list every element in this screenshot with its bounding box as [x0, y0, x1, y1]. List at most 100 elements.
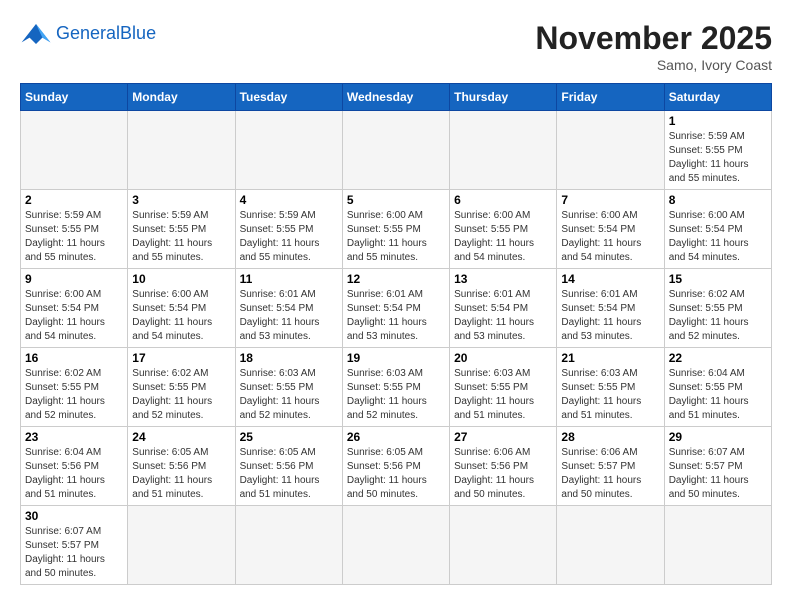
logo-blue: Blue: [120, 23, 156, 43]
day-info: Sunrise: 6:07 AM Sunset: 5:57 PM Dayligh…: [669, 446, 767, 502]
day-number: 9: [25, 272, 123, 286]
day-number: 4: [240, 193, 338, 207]
calendar-cell: 24 Sunrise: 6:05 AM Sunset: 5:56 PM Dayl…: [128, 427, 235, 506]
calendar-cell: 18 Sunrise: 6:03 AM Sunset: 5:55 PM Dayl…: [235, 348, 342, 427]
day-number: 2: [25, 193, 123, 207]
calendar-cell: [557, 506, 664, 585]
calendar-row: 23 Sunrise: 6:04 AM Sunset: 5:56 PM Dayl…: [21, 427, 772, 506]
calendar-cell: 28 Sunrise: 6:06 AM Sunset: 5:57 PM Dayl…: [557, 427, 664, 506]
header-monday: Monday: [128, 84, 235, 111]
day-info: Sunrise: 5:59 AM Sunset: 5:55 PM Dayligh…: [240, 209, 338, 265]
calendar-cell: [450, 506, 557, 585]
header-wednesday: Wednesday: [342, 84, 449, 111]
calendar-cell: [664, 506, 771, 585]
day-info: Sunrise: 6:01 AM Sunset: 5:54 PM Dayligh…: [347, 288, 445, 344]
calendar-cell: [342, 111, 449, 190]
calendar-cell: 20 Sunrise: 6:03 AM Sunset: 5:55 PM Dayl…: [450, 348, 557, 427]
day-number: 16: [25, 351, 123, 365]
day-number: 25: [240, 430, 338, 444]
day-number: 21: [561, 351, 659, 365]
day-info: Sunrise: 6:00 AM Sunset: 5:54 PM Dayligh…: [25, 288, 123, 344]
day-info: Sunrise: 6:00 AM Sunset: 5:54 PM Dayligh…: [669, 209, 767, 265]
header-sunday: Sunday: [21, 84, 128, 111]
month-title: November 2025: [535, 20, 772, 57]
calendar-cell: 1 Sunrise: 5:59 AM Sunset: 5:55 PM Dayli…: [664, 111, 771, 190]
day-number: 6: [454, 193, 552, 207]
calendar-row: 30 Sunrise: 6:07 AM Sunset: 5:57 PM Dayl…: [21, 506, 772, 585]
calendar-cell: 25 Sunrise: 6:05 AM Sunset: 5:56 PM Dayl…: [235, 427, 342, 506]
day-number: 1: [669, 114, 767, 128]
day-info: Sunrise: 6:01 AM Sunset: 5:54 PM Dayligh…: [240, 288, 338, 344]
day-number: 24: [132, 430, 230, 444]
day-info: Sunrise: 6:00 AM Sunset: 5:54 PM Dayligh…: [132, 288, 230, 344]
header-friday: Friday: [557, 84, 664, 111]
day-number: 14: [561, 272, 659, 286]
calendar-cell: 14 Sunrise: 6:01 AM Sunset: 5:54 PM Dayl…: [557, 269, 664, 348]
calendar-cell: 23 Sunrise: 6:04 AM Sunset: 5:56 PM Dayl…: [21, 427, 128, 506]
logo-icon: [20, 20, 52, 48]
day-info: Sunrise: 6:00 AM Sunset: 5:55 PM Dayligh…: [347, 209, 445, 265]
calendar-row: 16 Sunrise: 6:02 AM Sunset: 5:55 PM Dayl…: [21, 348, 772, 427]
day-number: 19: [347, 351, 445, 365]
day-info: Sunrise: 5:59 AM Sunset: 5:55 PM Dayligh…: [132, 209, 230, 265]
calendar-cell: 5 Sunrise: 6:00 AM Sunset: 5:55 PM Dayli…: [342, 190, 449, 269]
day-info: Sunrise: 6:01 AM Sunset: 5:54 PM Dayligh…: [561, 288, 659, 344]
calendar-cell: [235, 111, 342, 190]
day-info: Sunrise: 6:04 AM Sunset: 5:55 PM Dayligh…: [669, 367, 767, 423]
day-info: Sunrise: 6:03 AM Sunset: 5:55 PM Dayligh…: [454, 367, 552, 423]
calendar-cell: 11 Sunrise: 6:01 AM Sunset: 5:54 PM Dayl…: [235, 269, 342, 348]
calendar-cell: 9 Sunrise: 6:00 AM Sunset: 5:54 PM Dayli…: [21, 269, 128, 348]
day-number: 18: [240, 351, 338, 365]
calendar-cell: 26 Sunrise: 6:05 AM Sunset: 5:56 PM Dayl…: [342, 427, 449, 506]
day-info: Sunrise: 6:05 AM Sunset: 5:56 PM Dayligh…: [132, 446, 230, 502]
page-header: GeneralBlue November 2025 Samo, Ivory Co…: [20, 20, 772, 73]
day-number: 28: [561, 430, 659, 444]
weekday-header-row: Sunday Monday Tuesday Wednesday Thursday…: [21, 84, 772, 111]
day-info: Sunrise: 6:03 AM Sunset: 5:55 PM Dayligh…: [347, 367, 445, 423]
day-number: 23: [25, 430, 123, 444]
calendar-cell: [450, 111, 557, 190]
day-info: Sunrise: 6:06 AM Sunset: 5:57 PM Dayligh…: [561, 446, 659, 502]
day-number: 13: [454, 272, 552, 286]
day-info: Sunrise: 6:03 AM Sunset: 5:55 PM Dayligh…: [240, 367, 338, 423]
day-number: 8: [669, 193, 767, 207]
calendar-cell: 16 Sunrise: 6:02 AM Sunset: 5:55 PM Dayl…: [21, 348, 128, 427]
day-number: 11: [240, 272, 338, 286]
day-info: Sunrise: 6:02 AM Sunset: 5:55 PM Dayligh…: [132, 367, 230, 423]
calendar-cell: 7 Sunrise: 6:00 AM Sunset: 5:54 PM Dayli…: [557, 190, 664, 269]
calendar-cell: 3 Sunrise: 5:59 AM Sunset: 5:55 PM Dayli…: [128, 190, 235, 269]
calendar-cell: 13 Sunrise: 6:01 AM Sunset: 5:54 PM Dayl…: [450, 269, 557, 348]
day-info: Sunrise: 5:59 AM Sunset: 5:55 PM Dayligh…: [669, 130, 767, 186]
calendar-cell: 10 Sunrise: 6:00 AM Sunset: 5:54 PM Dayl…: [128, 269, 235, 348]
day-info: Sunrise: 6:05 AM Sunset: 5:56 PM Dayligh…: [240, 446, 338, 502]
header-thursday: Thursday: [450, 84, 557, 111]
calendar: Sunday Monday Tuesday Wednesday Thursday…: [20, 83, 772, 585]
day-number: 27: [454, 430, 552, 444]
day-number: 26: [347, 430, 445, 444]
header-saturday: Saturday: [664, 84, 771, 111]
calendar-row: 9 Sunrise: 6:00 AM Sunset: 5:54 PM Dayli…: [21, 269, 772, 348]
calendar-cell: 6 Sunrise: 6:00 AM Sunset: 5:55 PM Dayli…: [450, 190, 557, 269]
day-number: 29: [669, 430, 767, 444]
logo: GeneralBlue: [20, 20, 156, 48]
calendar-row: 2 Sunrise: 5:59 AM Sunset: 5:55 PM Dayli…: [21, 190, 772, 269]
calendar-cell: 12 Sunrise: 6:01 AM Sunset: 5:54 PM Dayl…: [342, 269, 449, 348]
title-block: November 2025 Samo, Ivory Coast: [535, 20, 772, 73]
calendar-cell: 22 Sunrise: 6:04 AM Sunset: 5:55 PM Dayl…: [664, 348, 771, 427]
day-info: Sunrise: 6:01 AM Sunset: 5:54 PM Dayligh…: [454, 288, 552, 344]
day-number: 30: [25, 509, 123, 523]
day-number: 5: [347, 193, 445, 207]
day-info: Sunrise: 6:00 AM Sunset: 5:54 PM Dayligh…: [561, 209, 659, 265]
day-number: 15: [669, 272, 767, 286]
day-number: 7: [561, 193, 659, 207]
calendar-cell: 4 Sunrise: 5:59 AM Sunset: 5:55 PM Dayli…: [235, 190, 342, 269]
day-info: Sunrise: 6:02 AM Sunset: 5:55 PM Dayligh…: [669, 288, 767, 344]
logo-text: GeneralBlue: [56, 24, 156, 44]
day-info: Sunrise: 6:04 AM Sunset: 5:56 PM Dayligh…: [25, 446, 123, 502]
calendar-row: 1 Sunrise: 5:59 AM Sunset: 5:55 PM Dayli…: [21, 111, 772, 190]
day-number: 20: [454, 351, 552, 365]
calendar-cell: 27 Sunrise: 6:06 AM Sunset: 5:56 PM Dayl…: [450, 427, 557, 506]
header-tuesday: Tuesday: [235, 84, 342, 111]
location: Samo, Ivory Coast: [535, 57, 772, 73]
day-number: 12: [347, 272, 445, 286]
